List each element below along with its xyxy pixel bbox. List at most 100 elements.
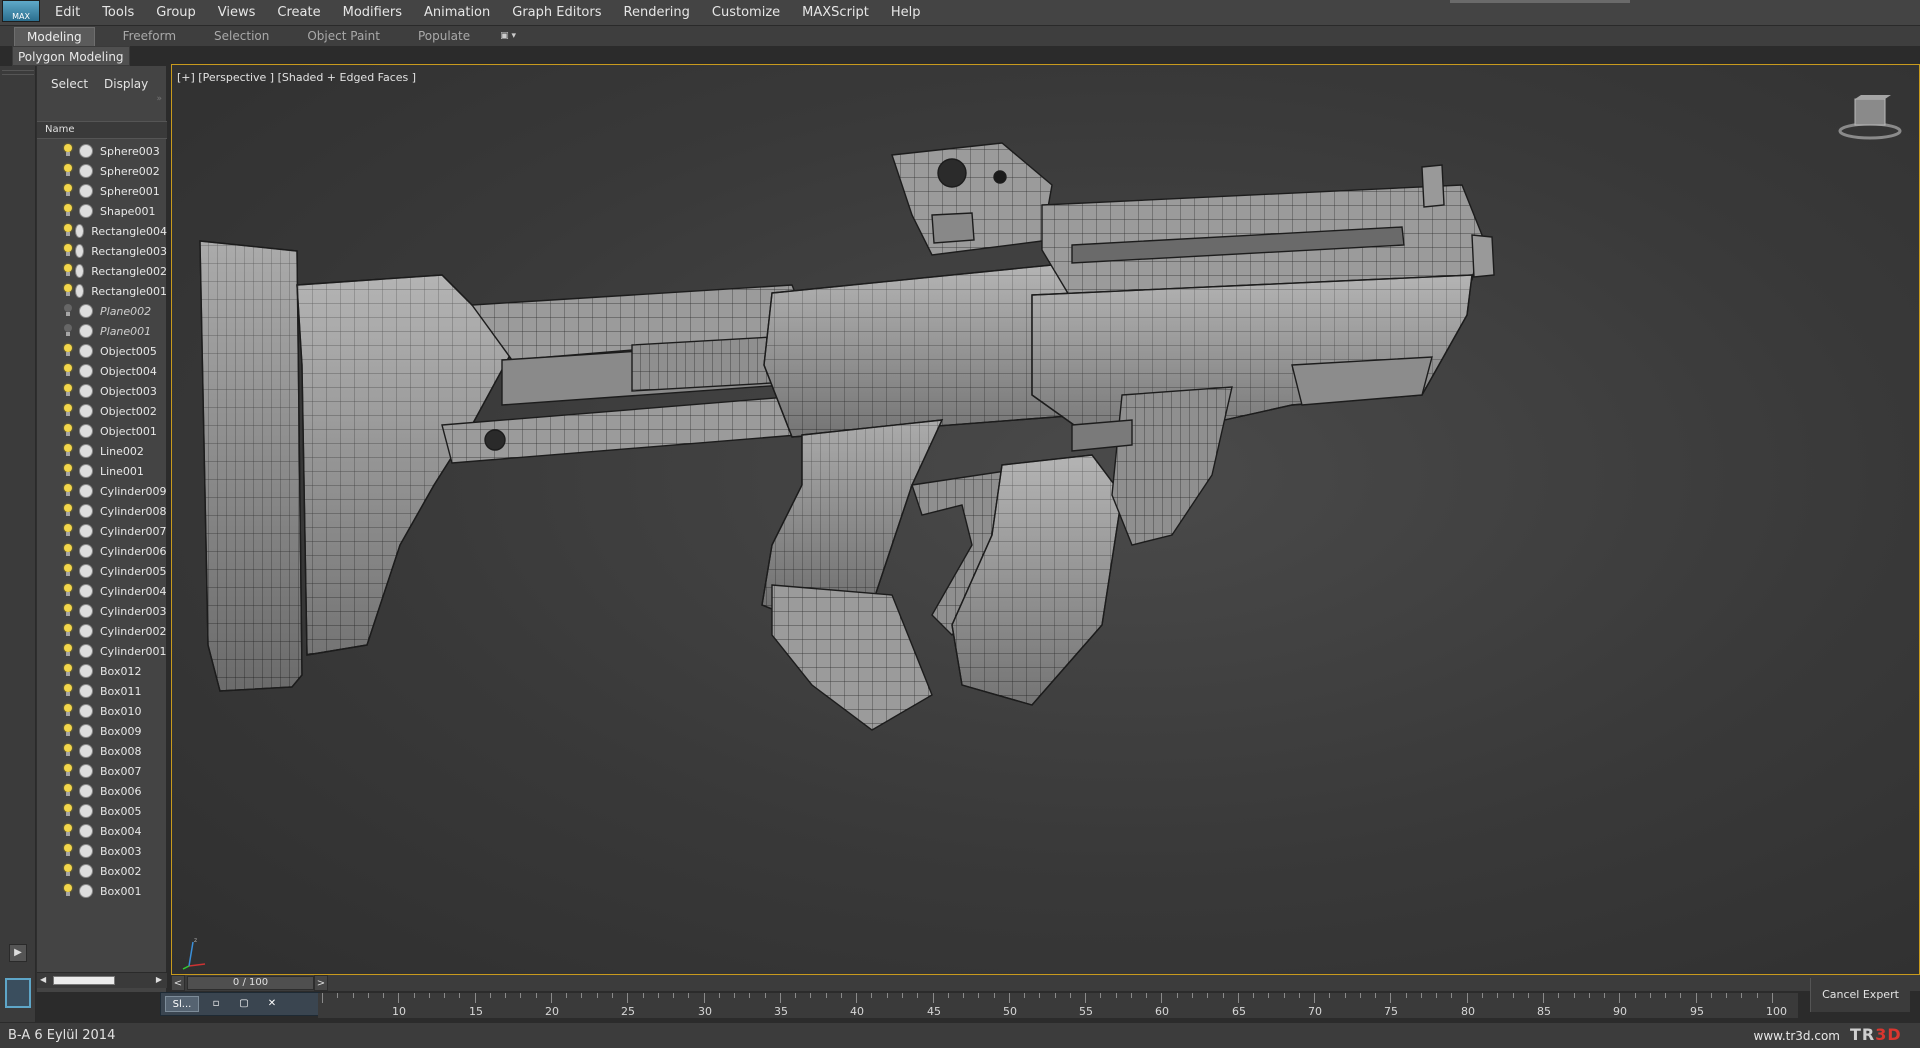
tab-object-paint[interactable]: Object Paint (293, 27, 404, 46)
visibility-icon[interactable] (79, 204, 93, 218)
scroll-thumb[interactable] (53, 976, 115, 985)
light-bulb-icon[interactable] (63, 184, 73, 198)
list-item[interactable]: Plane002 (37, 301, 167, 321)
light-bulb-icon[interactable] (63, 164, 73, 178)
list-item[interactable]: Cylinder002 (37, 621, 167, 641)
list-item[interactable]: Box008 (37, 741, 167, 761)
menu-maxscript[interactable]: MAXScript (791, 0, 880, 26)
list-item[interactable]: Cylinder007 (37, 521, 167, 541)
list-item[interactable]: Line001 (37, 461, 167, 481)
visibility-icon[interactable] (79, 484, 93, 498)
visibility-icon[interactable] (79, 584, 93, 598)
light-bulb-icon[interactable] (63, 144, 73, 158)
menu-edit[interactable]: Edit (44, 0, 91, 26)
visibility-icon[interactable] (79, 424, 93, 438)
list-item[interactable]: Sphere002 (37, 161, 167, 181)
light-bulb-icon[interactable] (63, 384, 73, 398)
visibility-icon[interactable] (79, 804, 93, 818)
minimized-window-button[interactable]: Sl... (165, 996, 199, 1012)
visibility-icon[interactable] (79, 384, 93, 398)
light-bulb-icon[interactable] (63, 324, 73, 338)
light-bulb-icon[interactable] (63, 484, 73, 498)
list-item[interactable]: Rectangle004 (37, 221, 167, 241)
light-bulb-icon[interactable] (63, 664, 73, 678)
tab-populate[interactable]: Populate (404, 27, 494, 46)
list-item[interactable]: Cylinder004 (37, 581, 167, 601)
light-bulb-icon[interactable] (63, 464, 73, 478)
list-item[interactable]: Rectangle002 (37, 261, 167, 281)
light-bulb-icon[interactable] (63, 204, 73, 218)
light-bulb-icon[interactable] (63, 404, 73, 418)
list-item[interactable]: Cylinder003 (37, 601, 167, 621)
list-item[interactable]: Box011 (37, 681, 167, 701)
visibility-icon[interactable] (79, 604, 93, 618)
visibility-icon[interactable] (79, 864, 93, 878)
restore-icon[interactable]: ▫ (205, 996, 227, 1012)
visibility-icon[interactable] (75, 224, 85, 238)
list-item[interactable]: Cylinder008 (37, 501, 167, 521)
list-item[interactable]: Line002 (37, 441, 167, 461)
light-bulb-icon[interactable] (63, 784, 73, 798)
prev-frame-button[interactable]: < (171, 975, 185, 991)
list-item[interactable]: Object004 (37, 361, 167, 381)
light-bulb-icon[interactable] (63, 424, 73, 438)
list-item[interactable]: Box006 (37, 781, 167, 801)
light-bulb-icon[interactable] (63, 884, 73, 898)
active-viewport-icon[interactable] (5, 978, 31, 1008)
visibility-icon[interactable] (79, 164, 93, 178)
light-bulb-icon[interactable] (63, 504, 73, 518)
time-slider[interactable]: < 0 / 100 > (171, 975, 1920, 991)
visibility-icon[interactable] (79, 464, 93, 478)
list-item[interactable]: Rectangle001 (37, 281, 167, 301)
menu-tools[interactable]: Tools (91, 0, 145, 26)
light-bulb-icon[interactable] (63, 684, 73, 698)
visibility-icon[interactable] (79, 704, 93, 718)
visibility-icon[interactable] (79, 884, 93, 898)
light-bulb-icon[interactable] (63, 864, 73, 878)
list-item[interactable]: Box001 (37, 881, 167, 901)
perspective-viewport[interactable]: [+] [Perspective ] [Shaded + Edged Faces… (171, 64, 1920, 975)
collapse-icon[interactable]: » (156, 94, 162, 104)
scroll-left-icon[interactable]: ◀ (40, 975, 46, 984)
next-frame-button[interactable]: > (314, 975, 328, 991)
list-item[interactable]: Cylinder009 (37, 481, 167, 501)
app-logo-button[interactable]: MAX (2, 0, 40, 22)
ribbon-options-icon[interactable]: ▣ ▾ (494, 29, 522, 43)
visibility-icon[interactable] (79, 844, 93, 858)
menu-graph-editors[interactable]: Graph Editors (501, 0, 612, 26)
visibility-icon[interactable] (79, 784, 93, 798)
tab-display[interactable]: Display (104, 74, 148, 94)
timeline-track[interactable]: 10 15 20 25 30 35 40 45 50 55 60 65 70 75 80 85 90 95 100 (318, 993, 1798, 1018)
list-item[interactable]: Box003 (37, 841, 167, 861)
column-header-name[interactable]: Name (37, 121, 167, 139)
list-item[interactable]: Shape001 (37, 201, 167, 221)
menu-create[interactable]: Create (266, 0, 331, 26)
list-item[interactable]: Cylinder006 (37, 541, 167, 561)
list-item[interactable]: Box005 (37, 801, 167, 821)
visibility-icon[interactable] (79, 504, 93, 518)
list-item[interactable]: Object002 (37, 401, 167, 421)
list-item[interactable]: Rectangle003 (37, 241, 167, 261)
light-bulb-icon[interactable] (63, 744, 73, 758)
list-item[interactable]: Sphere003 (37, 141, 167, 161)
viewcube-icon[interactable] (1835, 93, 1905, 143)
light-bulb-icon[interactable] (63, 584, 73, 598)
light-bulb-icon[interactable] (63, 644, 73, 658)
list-item[interactable]: Plane001 (37, 321, 167, 341)
close-icon[interactable]: ✕ (261, 996, 283, 1012)
visibility-icon[interactable] (75, 264, 85, 278)
menu-customize[interactable]: Customize (701, 0, 791, 26)
visibility-icon[interactable] (79, 524, 93, 538)
list-item[interactable]: Box004 (37, 821, 167, 841)
list-item[interactable]: Cylinder001 (37, 641, 167, 661)
scroll-right-icon[interactable]: ▶ (156, 975, 162, 984)
tab-freeform[interactable]: Freeform (109, 27, 200, 46)
light-bulb-icon[interactable] (63, 764, 73, 778)
visibility-icon[interactable] (79, 564, 93, 578)
list-item[interactable]: Cylinder005 (37, 561, 167, 581)
visibility-icon[interactable] (79, 364, 93, 378)
visibility-icon[interactable] (79, 404, 93, 418)
light-bulb-icon[interactable] (63, 624, 73, 638)
list-item[interactable]: Object001 (37, 421, 167, 441)
visibility-icon[interactable] (79, 724, 93, 738)
